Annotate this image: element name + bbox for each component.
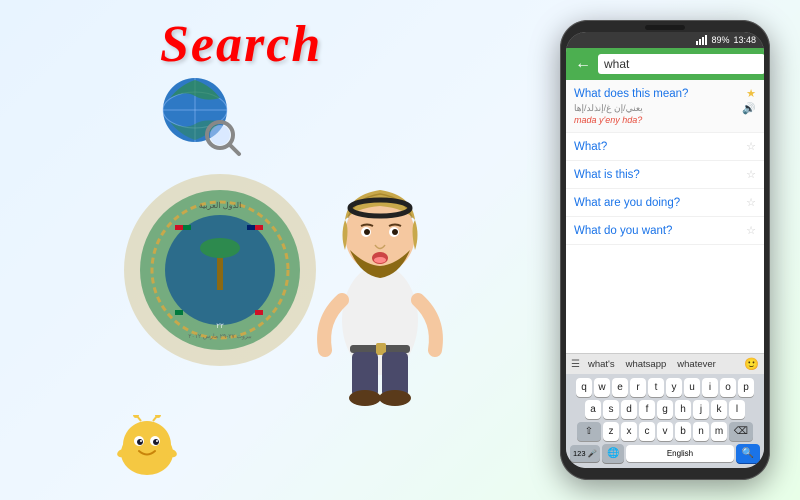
- key-m[interactable]: m: [711, 422, 727, 441]
- battery-indicator: 89%: [711, 35, 729, 45]
- mascot-character: [115, 415, 180, 480]
- search-input[interactable]: [598, 54, 764, 74]
- menu-icon: ☰: [571, 359, 580, 370]
- key-123[interactable]: 123 🎤: [570, 445, 600, 462]
- star-filled-icon-1[interactable]: ★: [746, 87, 756, 100]
- key-c[interactable]: c: [639, 422, 655, 441]
- key-b[interactable]: b: [675, 422, 691, 441]
- key-q[interactable]: q: [576, 378, 592, 397]
- key-p[interactable]: p: [738, 378, 754, 397]
- keyboard-row-3: ⇧ z x c v b n m ⌫: [568, 422, 762, 441]
- suggestion-whatsapp[interactable]: whatsapp: [623, 358, 670, 371]
- keyboard: q w e r t y u i o p a s d f g: [566, 374, 764, 468]
- phone-search-bar[interactable]: ← ✕: [566, 48, 764, 80]
- signal-icon: [696, 35, 707, 45]
- key-v[interactable]: v: [657, 422, 673, 441]
- key-s[interactable]: s: [603, 400, 619, 419]
- key-r[interactable]: r: [630, 378, 646, 397]
- result-translation-1: يعني/إن غ/إنذلد/إها: [574, 103, 643, 114]
- keyboard-bottom-row: 123 🎤 🌐 English 🔍: [568, 444, 762, 466]
- svg-text:٢٢: ٢٢: [216, 323, 224, 330]
- star-empty-icon-5[interactable]: ☆: [746, 224, 756, 237]
- result-phrase-5: What do you want?: [574, 225, 672, 237]
- result-item-1[interactable]: What does this mean? ★ يعني/إن غ/إنذلد/إ…: [566, 80, 764, 133]
- result-item-4[interactable]: What are you doing? ☆: [566, 189, 764, 217]
- key-d[interactable]: d: [621, 400, 637, 419]
- key-search[interactable]: 🔍: [736, 444, 760, 463]
- key-t[interactable]: t: [648, 378, 664, 397]
- phone-body: 89% 13:48 ← ✕ What does this mean? ★: [560, 20, 770, 480]
- arab-league-emblem: ٢٢ الدول العربية بيروت ٢٧-٢٩ مارس ٢٠١٢: [120, 170, 320, 370]
- suggestion-whatever[interactable]: whatever: [674, 358, 719, 371]
- key-k[interactable]: k: [711, 400, 727, 419]
- phone-screen: 89% 13:48 ← ✕ What does this mean? ★: [566, 32, 764, 468]
- result-phrase-3: What is this?: [574, 169, 640, 181]
- star-empty-icon-2[interactable]: ☆: [746, 140, 756, 153]
- keyboard-row-1: q w e r t y u i o p: [568, 378, 762, 397]
- key-g[interactable]: g: [657, 400, 673, 419]
- star-empty-icon-4[interactable]: ☆: [746, 196, 756, 209]
- key-n[interactable]: n: [693, 422, 709, 441]
- back-button[interactable]: ←: [573, 55, 593, 73]
- key-x[interactable]: x: [621, 422, 637, 441]
- keyboard-row-2: a s d f g h j k l: [568, 400, 762, 419]
- key-j[interactable]: j: [693, 400, 709, 419]
- result-romanized-1: mada y'eny hda?: [574, 115, 756, 125]
- key-globe[interactable]: 🌐: [602, 444, 624, 463]
- page-title: Search: [160, 15, 322, 74]
- key-l[interactable]: l: [729, 400, 745, 419]
- key-shift[interactable]: ⇧: [577, 422, 601, 441]
- result-item-3[interactable]: What is this? ☆: [566, 161, 764, 189]
- time-indicator: 13:48: [733, 35, 756, 45]
- star-empty-icon-3[interactable]: ☆: [746, 168, 756, 181]
- result-item-2[interactable]: What? ☆: [566, 133, 764, 161]
- key-w[interactable]: w: [594, 378, 610, 397]
- svg-text:الدول العربية: الدول العربية: [199, 201, 242, 210]
- phone-mockup: 89% 13:48 ← ✕ What does this mean? ★: [560, 20, 770, 480]
- emoji-button[interactable]: 🙂: [744, 357, 759, 371]
- result-item-5[interactable]: What do you want? ☆: [566, 217, 764, 245]
- key-i[interactable]: i: [702, 378, 718, 397]
- globe-icon: [155, 70, 245, 160]
- key-e[interactable]: e: [612, 378, 628, 397]
- key-backspace[interactable]: ⌫: [729, 422, 753, 441]
- result-phrase-2: What?: [574, 141, 607, 153]
- audio-icon-1[interactable]: 🔊: [742, 102, 756, 115]
- arab-character: [300, 120, 460, 420]
- key-a[interactable]: a: [585, 400, 601, 419]
- result-phrase-1: What does this mean?: [574, 88, 688, 100]
- key-space[interactable]: English: [626, 445, 733, 462]
- key-u[interactable]: u: [684, 378, 700, 397]
- key-z[interactable]: z: [603, 422, 619, 441]
- keyboard-suggestions: ☰ what's whatsapp whatever 🙂: [566, 353, 764, 374]
- key-y[interactable]: y: [666, 378, 682, 397]
- suggestion-whats[interactable]: what's: [585, 358, 618, 371]
- key-f[interactable]: f: [639, 400, 655, 419]
- mic-icon: 🎤: [588, 449, 597, 458]
- key-o[interactable]: o: [720, 378, 736, 397]
- status-bar: 89% 13:48: [566, 32, 764, 48]
- svg-text:بيروت ٢٧-٢٩ مارس ٢٠١٢: بيروت ٢٧-٢٩ مارس ٢٠١٢: [188, 333, 252, 340]
- key-h[interactable]: h: [675, 400, 691, 419]
- result-phrase-4: What are you doing?: [574, 197, 680, 209]
- search-results-list: What does this mean? ★ يعني/إن غ/إنذلد/إ…: [566, 80, 764, 353]
